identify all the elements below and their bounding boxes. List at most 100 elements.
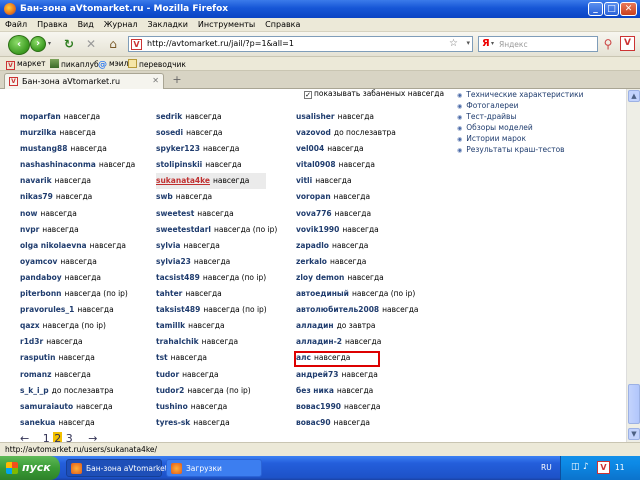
scroll-thumb[interactable] xyxy=(628,384,640,424)
banned-user-link[interactable]: r1d3r xyxy=(20,337,43,346)
banned-user-link[interactable]: алс xyxy=(296,353,311,362)
tray-network-icon[interactable]: ◫ xyxy=(571,462,580,472)
banned-user-link[interactable]: vital0908 xyxy=(296,160,336,169)
banned-user-link[interactable]: tudor2 xyxy=(156,386,184,395)
banned-user-link[interactable]: zapadlo xyxy=(296,241,329,250)
banned-user-link[interactable]: алладин xyxy=(296,321,334,330)
banned-user-link[interactable]: tushino xyxy=(156,402,188,411)
banned-user-link[interactable]: vazovod xyxy=(296,128,331,137)
tab-ban-zone[interactable]: V Бан-зона aVtomarket.ru ✕ xyxy=(4,73,164,89)
stop-icon[interactable]: ✕ xyxy=(84,37,98,51)
banned-user-link[interactable]: vel004 xyxy=(296,144,324,153)
banned-user-link[interactable]: olga nikolaevna xyxy=(20,241,87,250)
banned-user-link[interactable]: now xyxy=(20,209,37,218)
close-tab-icon[interactable]: ✕ xyxy=(152,76,159,85)
banned-user-link[interactable]: s_k_i_p xyxy=(20,386,49,395)
banned-user-link[interactable]: murzilka xyxy=(20,128,56,137)
close-window-button[interactable]: ✕ xyxy=(620,2,637,16)
new-tab-button[interactable]: + xyxy=(170,74,184,87)
banned-user-link[interactable]: автолюбитель2008 xyxy=(296,305,379,314)
menu-edit[interactable]: Правка xyxy=(32,18,72,29)
banned-user-link[interactable]: андрей73 xyxy=(296,370,338,379)
banned-user-link[interactable]: voropan xyxy=(296,192,331,201)
banned-user-link[interactable]: nvpr xyxy=(20,225,39,234)
banned-user-link[interactable]: rasputin xyxy=(20,353,55,362)
banned-user-link[interactable]: zloy demon xyxy=(296,273,344,282)
taskbar-item-downloads[interactable]: Загрузки xyxy=(166,459,262,477)
banned-user-link[interactable]: pravorules_1 xyxy=(20,305,74,314)
taskbar-item-firefox[interactable]: Бан-зона aVtomarket... xyxy=(66,459,175,477)
banned-user-link[interactable]: vovik1990 xyxy=(296,225,339,234)
maximize-button[interactable]: □ xyxy=(604,2,619,16)
banned-user-link[interactable]: tahter xyxy=(156,289,182,298)
menu-help[interactable]: Справка xyxy=(260,18,305,29)
banned-user-link[interactable]: tst xyxy=(156,353,168,362)
bookmark-mail[interactable]: @ мэил xyxy=(98,59,128,70)
banned-user-link[interactable]: piterbonn xyxy=(20,289,62,298)
banned-user-link[interactable]: mustang88 xyxy=(20,144,67,153)
side-link-history[interactable]: Истории марок xyxy=(457,133,584,144)
banned-user-link[interactable]: trahalchik xyxy=(156,337,199,346)
banned-user-link[interactable]: автоединый xyxy=(296,289,349,298)
side-link-testdrives[interactable]: Тест-драйвы xyxy=(457,111,584,122)
menu-view[interactable]: Вид xyxy=(73,18,99,29)
side-link-specs[interactable]: Технические характеристики xyxy=(457,89,583,100)
pager-next[interactable]: → xyxy=(88,432,97,442)
banned-user-link[interactable]: вовас90 xyxy=(296,418,331,427)
banned-user-link[interactable]: вовас1990 xyxy=(296,402,341,411)
banned-user-link[interactable]: sanekua xyxy=(20,418,55,427)
banned-user-link[interactable]: navarik xyxy=(20,176,52,185)
bookmark-pickup[interactable]: пикаплуб xyxy=(50,59,99,69)
banned-user-link[interactable]: sukanata4ke xyxy=(156,176,210,185)
banned-user-link[interactable]: samuraiauto xyxy=(20,402,73,411)
pager-prev[interactable]: ← xyxy=(20,432,29,442)
home-icon[interactable]: ⌂ xyxy=(106,37,120,51)
forward-button[interactable]: › xyxy=(30,36,46,52)
bookmark-star-icon[interactable]: ☆ xyxy=(449,38,458,49)
banned-user-link[interactable]: romanz xyxy=(20,370,51,379)
language-indicator[interactable]: RU xyxy=(541,463,552,472)
banned-user-link[interactable]: spyker123 xyxy=(156,144,200,153)
search-go-icon[interactable]: ⚲ xyxy=(601,37,615,51)
banned-user-link[interactable]: tudor xyxy=(156,370,179,379)
banned-user-link[interactable]: алладин-2 xyxy=(296,337,342,346)
banned-user-link[interactable]: sosedi xyxy=(156,128,183,137)
banned-user-link[interactable]: sedrik xyxy=(156,112,182,121)
banned-user-link[interactable]: vitli xyxy=(296,176,312,185)
back-button[interactable]: ‹ xyxy=(8,35,30,55)
banned-user-link[interactable]: pandaboy xyxy=(20,273,62,282)
side-link-photos[interactable]: Фотогалереи xyxy=(457,100,584,111)
scroll-down-arrow-icon[interactable]: ▼ xyxy=(628,428,640,440)
banned-user-link[interactable]: sweetest xyxy=(156,209,194,218)
menu-tools[interactable]: Инструменты xyxy=(193,18,260,29)
menu-file[interactable]: Файл xyxy=(0,18,32,29)
banned-user-link[interactable]: tamillk xyxy=(156,321,185,330)
tray-volume-icon[interactable]: ♪ xyxy=(583,462,589,472)
bookmark-translator[interactable]: переводчик xyxy=(128,59,186,69)
minimize-button[interactable]: _ xyxy=(588,2,603,16)
url-bar[interactable]: V http://avtomarket.ru/jail/?p=1&all=1 ☆… xyxy=(128,36,473,52)
banned-user-link[interactable]: nikas79 xyxy=(20,192,53,201)
banned-user-link[interactable]: usalisher xyxy=(296,112,335,121)
banned-user-link[interactable]: tacsist489 xyxy=(156,273,200,282)
banned-user-link[interactable]: oyamcov xyxy=(20,257,57,266)
banned-user-link[interactable]: без ника xyxy=(296,386,334,395)
side-link-crashtests[interactable]: Результаты краш-тестов xyxy=(457,144,584,155)
search-box[interactable]: Я ▾ Яндекс xyxy=(478,36,598,52)
checkbox-icon[interactable]: ✓ xyxy=(304,91,312,99)
banned-user-link[interactable]: sweetestdarl xyxy=(156,225,211,234)
reload-icon[interactable]: ↻ xyxy=(62,37,76,51)
search-engine-dropdown-icon[interactable]: ▾ xyxy=(491,40,494,47)
menu-bookmarks[interactable]: Закладки xyxy=(142,18,192,29)
vertical-scrollbar[interactable]: ▲ ▼ xyxy=(626,89,640,442)
banned-user-link[interactable]: taksist489 xyxy=(156,305,200,314)
show-banned-checkbox[interactable]: ✓ показывать забаненых навсегда xyxy=(304,89,444,99)
banned-user-link[interactable]: sylvia xyxy=(156,241,180,250)
tray-avtomarket-icon[interactable]: V xyxy=(597,461,610,474)
bookmark-market[interactable]: Vмаркет xyxy=(6,59,46,70)
banned-user-link[interactable]: moparfan xyxy=(20,112,61,121)
banned-user-link[interactable]: tyres-sk xyxy=(156,418,190,427)
menu-history[interactable]: Журнал xyxy=(99,18,143,29)
url-text[interactable]: http://avtomarket.ru/jail/?p=1&all=1 xyxy=(147,39,294,48)
start-button[interactable]: пуск xyxy=(0,456,60,480)
